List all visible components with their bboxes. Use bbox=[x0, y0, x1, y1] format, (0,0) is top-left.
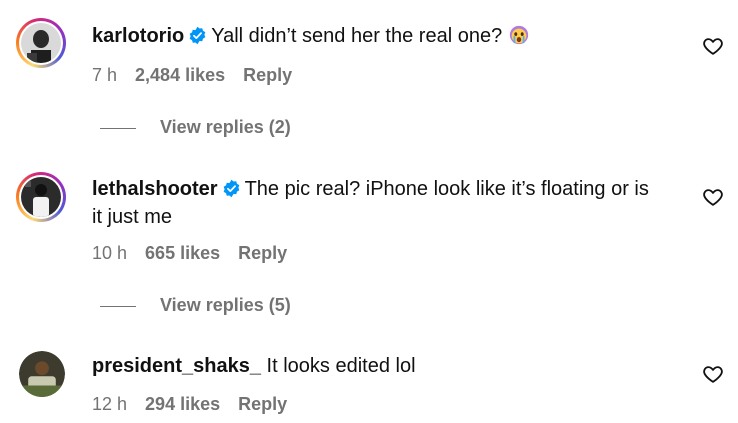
view-replies-label: View replies (5) bbox=[160, 295, 291, 315]
reply-button[interactable]: Reply bbox=[243, 65, 292, 85]
crying-face-emoji-icon bbox=[508, 24, 530, 46]
verified-badge-icon bbox=[222, 179, 241, 198]
avatar-photo bbox=[19, 351, 65, 397]
username[interactable]: lethalshooter bbox=[92, 178, 218, 200]
view-replies-button[interactable]: View replies (2) bbox=[100, 117, 291, 138]
view-replies-label: View replies (2) bbox=[160, 117, 291, 137]
verified-badge-icon bbox=[188, 26, 207, 45]
view-replies-button[interactable]: View replies (5) bbox=[100, 295, 291, 316]
divider-line bbox=[100, 127, 136, 129]
comment-text: Yall didn’t send her the real one? bbox=[211, 25, 503, 47]
like-heart-icon[interactable] bbox=[702, 363, 724, 385]
avatar[interactable] bbox=[16, 18, 66, 68]
like-heart-icon[interactable] bbox=[702, 186, 724, 208]
likes-count[interactable]: 294 likes bbox=[145, 394, 220, 414]
avatar-photo bbox=[21, 177, 61, 217]
reply-button[interactable]: Reply bbox=[238, 394, 287, 414]
comment-body: lethalshooter The pic real? iPhone look l… bbox=[92, 175, 678, 231]
timestamp: 10 h bbox=[92, 243, 128, 263]
comment-text-line-2: it just me bbox=[92, 206, 173, 228]
reply-button[interactable]: Reply bbox=[238, 243, 287, 263]
likes-count[interactable]: 2,484 likes bbox=[135, 65, 225, 85]
comment-text-line-1: The pic real? iPhone look like it’s floa… bbox=[244, 178, 649, 200]
comment-meta: 10 h 665 likes Reply bbox=[92, 243, 305, 264]
timestamp: 12 h bbox=[92, 394, 128, 414]
comment-body: karlotorio Yall didn’t send her the real … bbox=[92, 22, 678, 50]
like-heart-icon[interactable] bbox=[702, 35, 724, 57]
comment-body: president_shaks_ It looks edited lol bbox=[92, 352, 678, 380]
timestamp: 7 h bbox=[92, 65, 118, 85]
avatar-photo bbox=[21, 23, 61, 63]
username[interactable]: karlotorio bbox=[92, 25, 184, 47]
avatar[interactable] bbox=[19, 351, 65, 397]
comment-text: It looks edited lol bbox=[266, 355, 416, 377]
comment-meta: 12 h 294 likes Reply bbox=[92, 394, 305, 415]
username[interactable]: president_shaks_ bbox=[92, 355, 261, 377]
avatar[interactable] bbox=[16, 172, 66, 222]
divider-line bbox=[100, 305, 136, 307]
likes-count[interactable]: 665 likes bbox=[145, 243, 220, 263]
comment-meta: 7 h 2,484 likes Reply bbox=[92, 65, 310, 86]
